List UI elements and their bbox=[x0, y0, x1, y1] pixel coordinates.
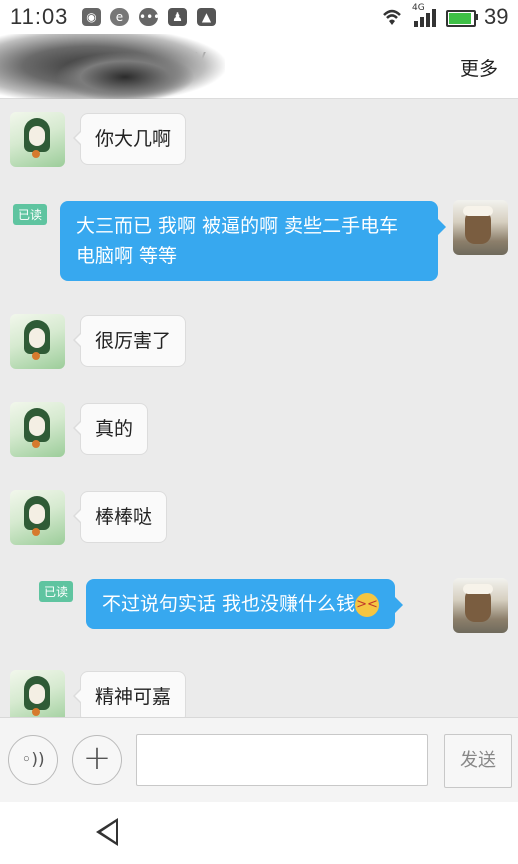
signal-icon bbox=[414, 8, 438, 32]
voice-button[interactable]: ◦)) bbox=[8, 735, 58, 785]
send-button[interactable]: 发送 bbox=[444, 734, 512, 788]
add-button[interactable]: + bbox=[72, 735, 122, 785]
contact-avatar[interactable] bbox=[10, 670, 65, 717]
image-icon: ▲ bbox=[197, 8, 216, 26]
my-avatar[interactable] bbox=[453, 200, 508, 255]
voice-icon: ◦)) bbox=[21, 750, 45, 770]
my-avatar[interactable] bbox=[453, 578, 508, 633]
read-badge: 已读 bbox=[39, 581, 74, 602]
emoji-icon: >< bbox=[355, 592, 380, 617]
battery-tip bbox=[475, 14, 478, 20]
chat-header: sunny 更多 bbox=[0, 34, 518, 104]
sent-message[interactable]: 大三而已 我啊 被逼的啊 卖些二手电车 电脑啊 等等 bbox=[60, 201, 446, 281]
battery-icon bbox=[446, 10, 476, 27]
status-bar: 11:03 ◉ e ••• ♟ ▲ 4G 39 bbox=[0, 0, 518, 34]
received-message[interactable]: 很厉害了 bbox=[72, 315, 187, 367]
contact-avatar[interactable] bbox=[10, 490, 65, 545]
qq-icon: ♟ bbox=[168, 8, 187, 26]
more-button[interactable]: 更多 bbox=[460, 54, 498, 81]
weibo-icon: ◉ bbox=[82, 8, 101, 26]
chat-list[interactable]: 你大几啊 已读 大三而已 我啊 被逼的啊 卖些二手电车 电脑啊 等等 很厉害了 … bbox=[0, 99, 518, 717]
input-bar: ◦)) + 发送 bbox=[0, 717, 518, 802]
back-icon[interactable] bbox=[96, 818, 118, 846]
received-message[interactable]: 精神可嘉 bbox=[72, 671, 187, 717]
contact-avatar[interactable] bbox=[10, 314, 65, 369]
status-time: 11:03 bbox=[10, 4, 69, 29]
contact-avatar[interactable] bbox=[10, 112, 65, 167]
received-message[interactable]: 真的 bbox=[72, 403, 149, 455]
wifi-icon bbox=[380, 5, 404, 32]
sent-message[interactable]: 不过说句实话 我也没赚什么钱>< bbox=[86, 579, 404, 629]
battery-level: 39 bbox=[484, 4, 509, 29]
sent-message-text: 不过说句实话 我也没赚什么钱 bbox=[102, 593, 356, 615]
read-badge: 已读 bbox=[13, 204, 48, 225]
browser-icon: e bbox=[110, 8, 129, 26]
message-icon: ••• bbox=[139, 8, 161, 26]
redaction-scribble bbox=[55, 52, 195, 102]
received-message[interactable]: 你大几啊 bbox=[72, 113, 187, 165]
message-input[interactable] bbox=[136, 734, 428, 786]
contact-avatar[interactable] bbox=[10, 402, 65, 457]
navigation-bar bbox=[0, 802, 518, 864]
received-message[interactable]: 棒棒哒 bbox=[72, 491, 168, 543]
plus-icon: + bbox=[82, 738, 112, 778]
